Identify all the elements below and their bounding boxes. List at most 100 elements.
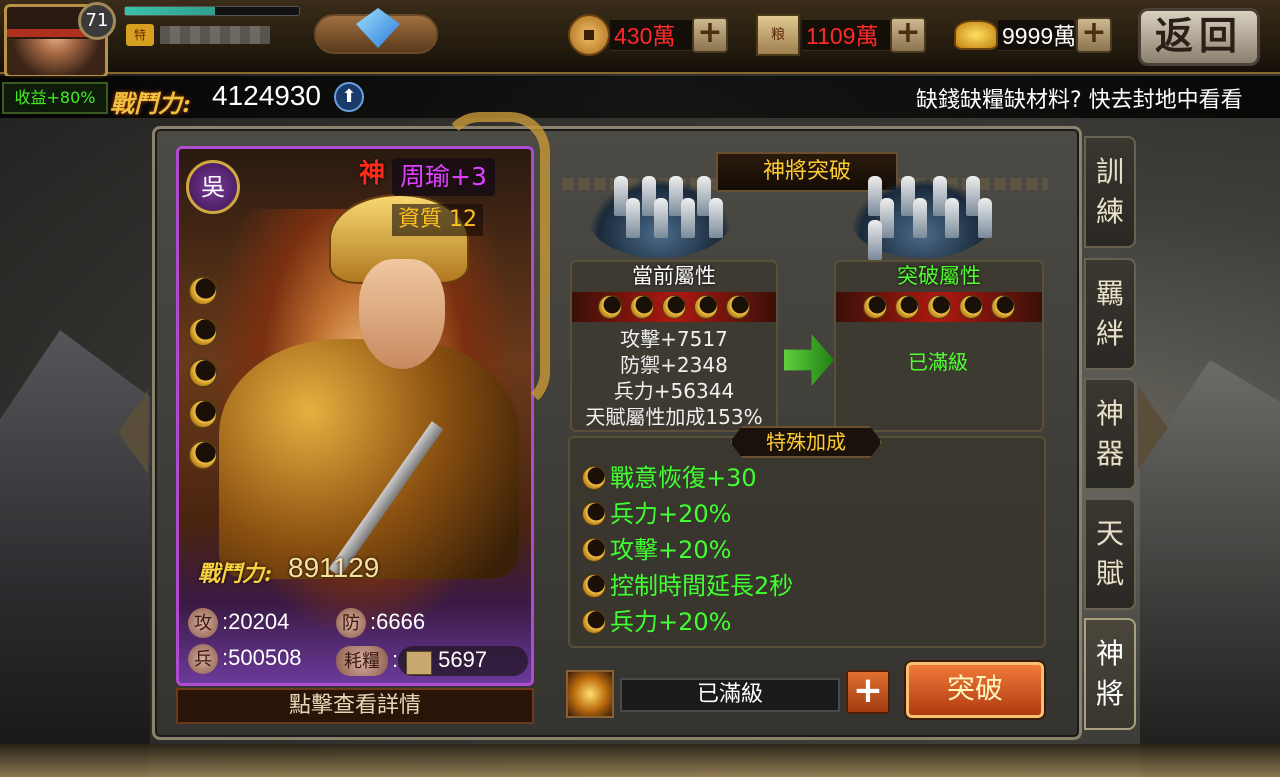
gold-ingot-icon — [954, 20, 998, 50]
moon-star-icon — [582, 466, 606, 490]
marquee-notice: 缺錢缺糧缺材料? 快去封地中看看 — [916, 88, 1243, 113]
grain-resource: 粮 1109萬 + — [756, 14, 928, 56]
next-troop-figures — [868, 176, 998, 260]
current-attribute-list: 攻擊+7517 防禦+2348 兵力+56344 天賦屬性加成153% — [572, 322, 776, 430]
side-tab-5[interactable]: 神將 — [1084, 618, 1136, 730]
moon-star-icon — [991, 295, 1015, 319]
special-bonus-list: 戰意恢復+30 兵力+20% 攻擊+20% 控制時間延長2秒 兵力+20% — [570, 438, 1044, 640]
stat-ration: 耗糧:5697 — [336, 644, 488, 677]
special-bonus-text: 控制時間延長2秒 — [610, 572, 794, 600]
soldier-figure — [708, 198, 723, 238]
soldier-figure — [977, 198, 992, 238]
bottom-ornament-strip — [0, 744, 1280, 777]
side-tab-char: 天 — [1095, 517, 1124, 550]
moon-star-icon — [188, 440, 218, 470]
diamond-icon — [356, 8, 400, 48]
special-bonus-text: 攻擊+20% — [610, 536, 732, 564]
defense-icon: 防 — [336, 608, 366, 639]
side-tab-char: 練 — [1095, 195, 1124, 228]
current-attribute-line: 兵力+56344 — [613, 379, 735, 403]
hero-name: 周瑜+3 — [392, 158, 495, 196]
moon-star-icon — [582, 502, 606, 526]
back-button[interactable]: 返回 — [1138, 8, 1260, 66]
copper-value: 430萬 — [610, 19, 692, 51]
background-cliff-left — [0, 330, 150, 777]
side-tab-3[interactable]: 神器 — [1084, 378, 1136, 490]
defense-value: 6666 — [376, 609, 426, 634]
dragon-frame-ornament — [440, 112, 550, 412]
moon-star-icon — [927, 295, 951, 319]
copper-resource: 430萬 + — [568, 14, 730, 56]
soldier-figure — [653, 198, 668, 238]
gold-value: 9999萬 — [998, 19, 1074, 51]
add-grain-button[interactable]: + — [890, 17, 926, 53]
recharge-gem-button[interactable] — [314, 8, 438, 54]
stat-attack: 攻:20204 — [188, 606, 289, 639]
special-bonus-text: 兵力+20% — [610, 608, 732, 636]
gold-resource: 9999萬 + — [952, 14, 1114, 56]
ration-label-icon: 耗糧 — [336, 646, 388, 677]
view-details-button[interactable]: 點擊查看詳情 — [176, 688, 534, 724]
player-power-label: 戰鬥力: — [110, 89, 191, 118]
special-bonus-item: 控制時間延長2秒 — [582, 568, 1044, 604]
moon-star-icon — [726, 295, 750, 319]
special-bonus-text: 兵力+20% — [610, 500, 732, 528]
faction-emblem: 吳 — [186, 160, 240, 214]
side-tab-char: 賦 — [1095, 557, 1124, 590]
special-bonus-box: 戰意恢復+30 兵力+20% 攻擊+20% 控制時間延長2秒 兵力+20% — [568, 436, 1046, 648]
moon-star-icon — [188, 358, 218, 388]
current-star-row — [572, 292, 776, 322]
ration-value: 5697 — [438, 647, 488, 672]
add-gold-button[interactable]: + — [1076, 17, 1112, 53]
moon-star-icon — [694, 295, 718, 319]
moon-star-icon — [188, 399, 218, 429]
add-copper-button[interactable]: + — [692, 17, 728, 53]
current-attributes-box: 當前屬性 攻擊+7517 防禦+2348 兵力+56344 天賦屬性加成153% — [570, 260, 778, 432]
troops-value: 500508 — [228, 645, 302, 670]
moon-star-icon — [188, 276, 218, 306]
side-tab-1[interactable]: 訓練 — [1084, 136, 1136, 248]
breakthrough-button[interactable]: 突破 — [906, 662, 1044, 718]
player-name-blurred — [160, 26, 270, 44]
material-status-bar: 已滿級 — [620, 678, 840, 712]
side-tab-char: 神 — [1095, 637, 1124, 670]
hero-aptitude: 資質 12 — [392, 204, 483, 236]
grain-token-icon — [406, 650, 433, 675]
moon-star-icon — [582, 574, 606, 598]
player-level-badge: 71 — [78, 2, 116, 40]
vip-badge: 特 — [126, 24, 154, 46]
stat-defense: 防:6666 — [336, 606, 426, 639]
moon-star-icon — [582, 610, 606, 634]
grain-value: 1109萬 — [802, 19, 890, 51]
troops-icon: 兵 — [188, 644, 218, 675]
special-bonus-item: 攻擊+20% — [582, 532, 1044, 568]
moon-star-icon — [662, 295, 686, 319]
side-tab-char: 羈 — [1095, 277, 1124, 310]
breakthrough-material-icon[interactable] — [566, 670, 614, 718]
god-tier-badge: 神 — [358, 159, 385, 189]
soldier-figure — [681, 198, 695, 238]
moon-star-icon — [895, 295, 919, 319]
attack-icon: 攻 — [188, 608, 218, 639]
grain-token-icon: 粮 — [756, 14, 800, 56]
moon-star-icon — [598, 295, 622, 319]
xp-bar — [124, 6, 300, 16]
side-tab-2[interactable]: 羈絆 — [1084, 258, 1136, 370]
side-tab-4[interactable]: 天賦 — [1084, 498, 1136, 610]
next-star-row — [836, 292, 1042, 322]
soldier-figure — [912, 198, 927, 238]
next-attributes-header: 突破屬性 — [897, 264, 981, 288]
moon-star-icon — [582, 538, 606, 562]
power-up-arrow-icon[interactable]: ⬆ — [334, 82, 364, 112]
soldier-figure — [868, 220, 882, 260]
add-material-button[interactable]: + — [846, 670, 890, 714]
moon-star-icon — [188, 317, 218, 347]
hero-star-column — [188, 276, 228, 481]
next-max-status: 已滿級 — [908, 350, 968, 374]
special-bonus-item: 戰意恢復+30 — [582, 460, 1044, 496]
player-power-value: 4124930 — [212, 80, 322, 111]
current-attributes-header: 當前屬性 — [632, 264, 716, 288]
hero-power-value: 891129 — [288, 552, 380, 583]
hero-power-label: 戰鬥力: — [198, 561, 273, 587]
side-tab-char: 將 — [1095, 677, 1124, 710]
